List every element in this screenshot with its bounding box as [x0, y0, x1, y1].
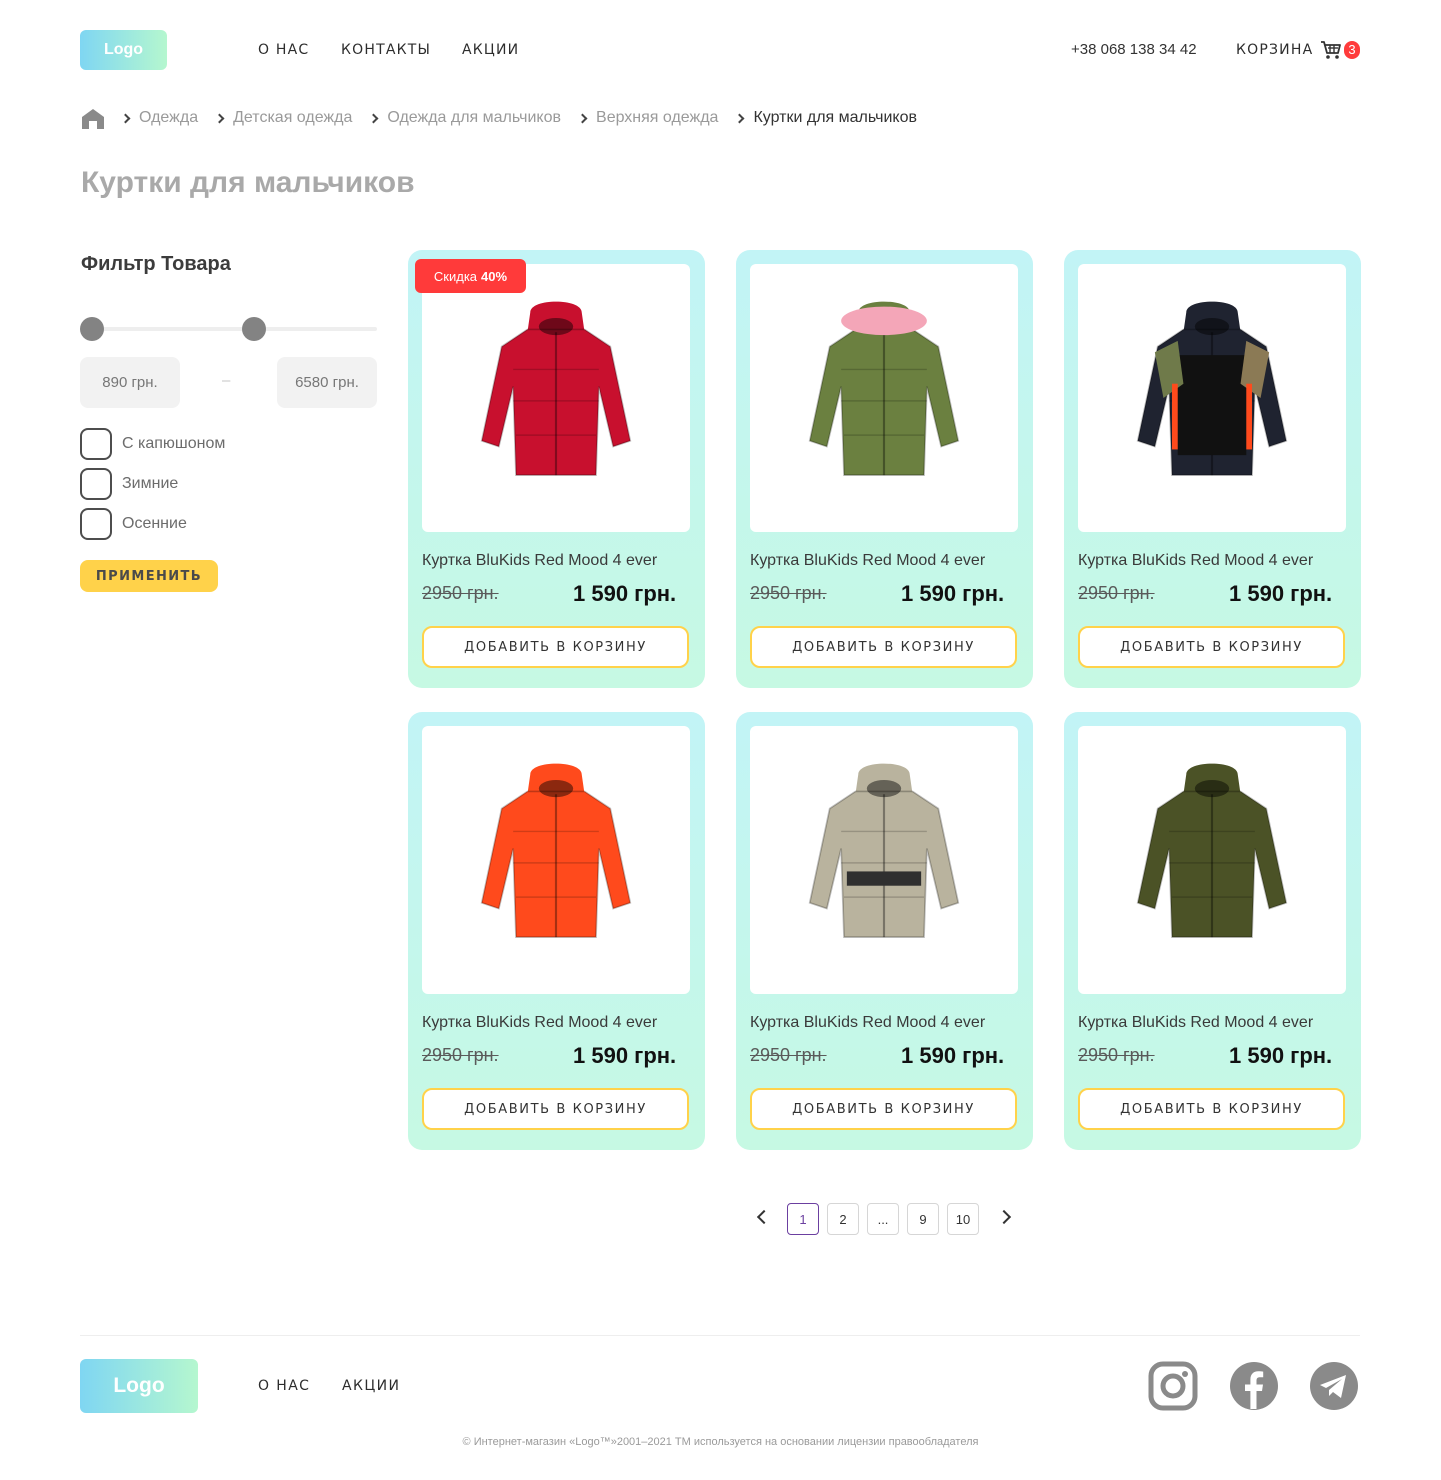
page-button[interactable]: 10 — [947, 1203, 979, 1235]
footer-link-about[interactable]: О НАС — [258, 1378, 310, 1394]
product-old-price: 2950 грн. — [750, 583, 827, 603]
header-phone[interactable]: +38 068 138 34 42 — [1071, 41, 1197, 58]
footer-divider — [80, 1335, 1360, 1336]
camo-black-jacket-image — [1136, 301, 1288, 476]
product-old-price: 2950 грн. — [1078, 583, 1155, 603]
apply-filter-button[interactable]: ПРИМЕНИТЬ — [80, 560, 218, 592]
home-icon[interactable] — [80, 106, 106, 130]
price-slider-track[interactable] — [80, 327, 377, 331]
product-price: 1 590 грн. — [901, 581, 1005, 606]
page-button[interactable]: 1 — [787, 1203, 819, 1235]
product-image[interactable] — [422, 264, 690, 532]
checkbox[interactable] — [80, 428, 112, 460]
product-price: 1 590 грн. — [1229, 1043, 1333, 1068]
next-page-icon[interactable] — [996, 1209, 1012, 1225]
chevron-right-icon — [577, 113, 588, 123]
header-logo[interactable]: Logo — [80, 30, 167, 70]
product-old-price: 2950 грн. — [1078, 1045, 1155, 1065]
nav-contacts[interactable]: КОНТАКТЫ — [341, 42, 431, 58]
breadcrumb-item[interactable]: Одежда — [120, 109, 198, 127]
add-to-cart-button[interactable]: ДОБАВИТЬ В КОРЗИНУ — [1078, 626, 1345, 668]
product-name[interactable]: Куртка BluKids Red Mood 4 ever — [422, 552, 657, 570]
checkbox-label: Зимние — [122, 475, 179, 492]
product-price: 1 590 грн. — [573, 581, 677, 606]
product-name[interactable]: Куртка BluKids Red Mood 4 ever — [422, 1014, 657, 1032]
product-image[interactable] — [750, 726, 1018, 994]
breadcrumb-item[interactable]: Детская одежда — [214, 109, 352, 127]
page-button[interactable]: 9 — [907, 1203, 939, 1235]
product-old-price: 2950 грн. — [422, 583, 499, 603]
product-card[interactable]: Куртка BluKids Red Mood 4 ever 2950 грн.… — [408, 712, 705, 1150]
beige-puffer-coat-image — [808, 763, 960, 938]
product-card[interactable]: Куртка BluKids Red Mood 4 ever 2950 грн.… — [736, 250, 1033, 688]
prev-page-icon[interactable] — [756, 1209, 772, 1225]
instagram-icon[interactable] — [1148, 1361, 1198, 1411]
page-button[interactable]: 2 — [827, 1203, 859, 1235]
footer-link-promotions[interactable]: АКЦИИ — [342, 1378, 400, 1394]
product-name[interactable]: Куртка BluKids Red Mood 4 ever — [1078, 552, 1313, 570]
product-name[interactable]: Куртка BluKids Red Mood 4 ever — [1078, 1014, 1313, 1032]
checkbox-label: С капюшоном — [122, 435, 226, 452]
chevron-right-icon — [214, 113, 225, 123]
copyright: © Интернет-магазин «Logo™»2001–2021 ТМ и… — [462, 1436, 979, 1448]
cart-count-badge: 3 — [1344, 41, 1360, 59]
chevron-right-icon — [368, 113, 379, 123]
product-card[interactable]: Куртка BluKids Red Mood 4 ever 2950 грн.… — [1064, 250, 1361, 688]
red-puffer-jacket-image — [480, 301, 632, 476]
add-to-cart-button[interactable]: ДОБАВИТЬ В КОРЗИНУ — [1078, 1088, 1345, 1130]
breadcrumb: Одежда Детская одежда Одежда для мальчик… — [80, 104, 935, 132]
product-image[interactable] — [1078, 264, 1346, 532]
discount-badge: Скидка 40% — [415, 259, 526, 293]
product-card[interactable]: Куртка BluKids Red Mood 4 ever 2950 грн.… — [408, 250, 705, 688]
nav-promotions[interactable]: АКЦИИ — [462, 42, 519, 58]
product-price: 1 590 грн. — [573, 1043, 677, 1068]
breadcrumb-item[interactable]: Верхняя одежда — [577, 109, 718, 127]
product-image[interactable] — [750, 264, 1018, 532]
filter-winter-checkbox[interactable]: Зимние — [80, 468, 178, 500]
page-ellipsis: ... — [867, 1203, 899, 1235]
product-image[interactable] — [422, 726, 690, 994]
product-card[interactable]: Куртка BluKids Red Mood 4 ever 2950 грн.… — [1064, 712, 1361, 1150]
price-range-dash: – — [222, 372, 231, 389]
product-image[interactable] — [1078, 726, 1346, 994]
product-name[interactable]: Куртка BluKids Red Mood 4 ever — [750, 552, 985, 570]
footer-logo[interactable]: Logo — [80, 1359, 198, 1413]
add-to-cart-button[interactable]: ДОБАВИТЬ В КОРЗИНУ — [750, 626, 1017, 668]
nav-about[interactable]: О НАС — [258, 42, 309, 58]
product-old-price: 2950 грн. — [750, 1045, 827, 1065]
chevron-right-icon — [120, 113, 131, 123]
breadcrumb-item[interactable]: Одежда для мальчиков — [368, 109, 561, 127]
product-price: 1 590 грн. — [901, 1043, 1005, 1068]
product-price: 1 590 грн. — [1229, 581, 1333, 606]
filter-hood-checkbox[interactable]: С капюшоном — [80, 428, 225, 460]
cart-link[interactable]: КОРЗИНА — [1236, 42, 1313, 58]
checkbox-label: Осенние — [122, 515, 187, 532]
page-title: Куртки для мальчиков — [81, 166, 415, 199]
add-to-cart-button[interactable]: ДОБАВИТЬ В КОРЗИНУ — [422, 1088, 689, 1130]
product-card[interactable]: Куртка BluKids Red Mood 4 ever 2950 грн.… — [736, 712, 1033, 1150]
chevron-right-icon — [735, 113, 745, 123]
olive-puffer-jacket-image — [1136, 763, 1288, 938]
orange-puffer-jacket-image — [480, 763, 632, 938]
checkbox[interactable] — [80, 468, 112, 500]
price-min-input[interactable]: 890 грн. — [80, 357, 180, 408]
telegram-icon[interactable] — [1309, 1361, 1359, 1411]
price-max-input[interactable]: 6580 грн. — [277, 357, 377, 408]
breadcrumb-current: Куртки для мальчиков — [735, 109, 917, 127]
cart-icon[interactable] — [1320, 40, 1342, 60]
add-to-cart-button[interactable]: ДОБАВИТЬ В КОРЗИНУ — [750, 1088, 1017, 1130]
product-old-price: 2950 грн. — [422, 1045, 499, 1065]
price-slider-min-handle[interactable] — [80, 317, 104, 341]
product-name[interactable]: Куртка BluKids Red Mood 4 ever — [750, 1014, 985, 1032]
checkbox[interactable] — [80, 508, 112, 540]
green-parka-pink-fur-image — [808, 301, 960, 476]
filter-title: Фильтр Товара — [81, 253, 231, 275]
facebook-icon[interactable] — [1229, 1361, 1279, 1411]
price-slider-max-handle[interactable] — [242, 317, 266, 341]
add-to-cart-button[interactable]: ДОБАВИТЬ В КОРЗИНУ — [422, 626, 689, 668]
filter-autumn-checkbox[interactable]: Осенние — [80, 508, 187, 540]
